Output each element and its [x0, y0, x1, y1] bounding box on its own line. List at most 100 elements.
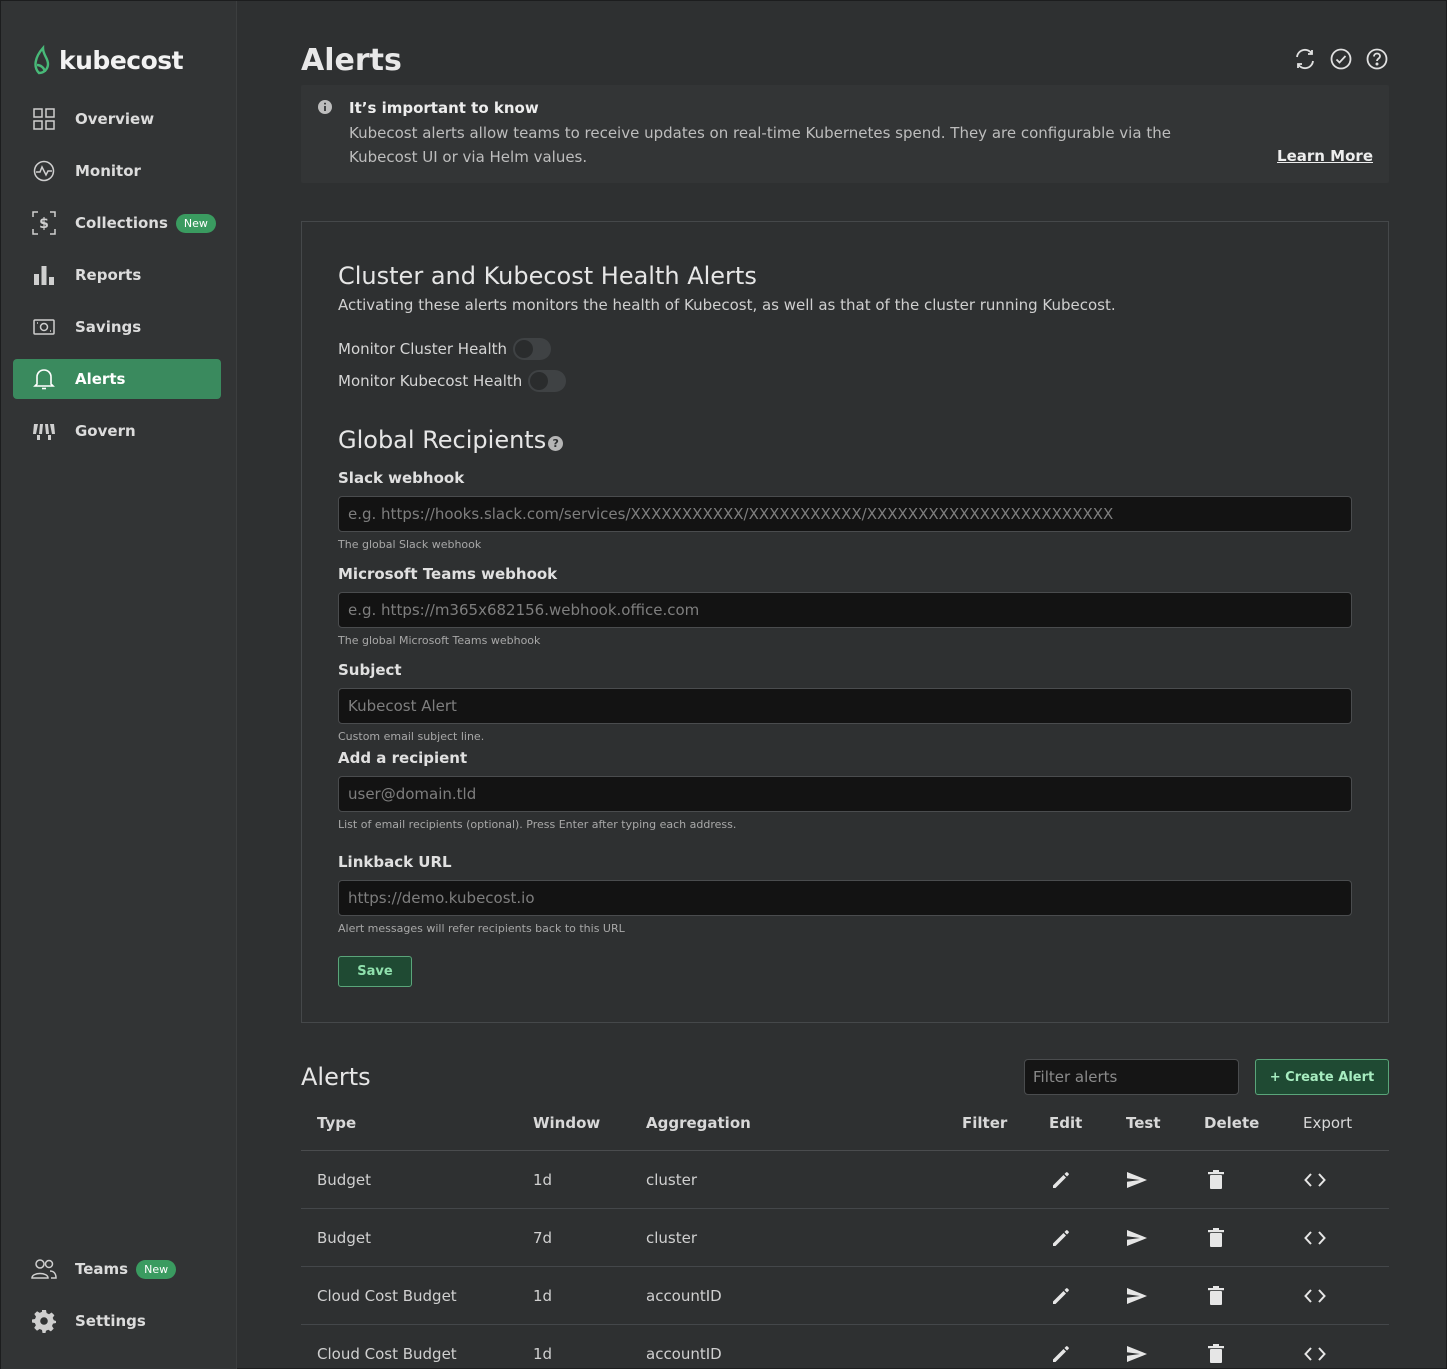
delete-icon[interactable]: [1204, 1342, 1228, 1366]
send-test-icon[interactable]: [1125, 1168, 1149, 1192]
delete-icon[interactable]: [1204, 1168, 1228, 1192]
alerts-section-title: Alerts: [301, 1063, 371, 1091]
column-header-delete: Delete: [1204, 1114, 1260, 1132]
sidebar-item-label: Collections: [75, 214, 168, 232]
subject-input[interactable]: [338, 688, 1352, 724]
teams-webhook-help: The global Microsoft Teams webhook: [338, 634, 541, 647]
sidebar-item-overview[interactable]: Overview: [13, 99, 221, 139]
help-circle-icon[interactable]: [1365, 47, 1389, 71]
health-alerts-description: Activating these alerts monitors the hea…: [338, 296, 1116, 314]
learn-more-link[interactable]: Learn More: [1277, 147, 1373, 165]
sidebar-item-label: Reports: [75, 266, 142, 284]
info-banner: It’s important to know Kubecost alerts a…: [301, 85, 1389, 183]
column-header-aggregation: Aggregation: [646, 1114, 751, 1132]
cell-type: Budget: [317, 1229, 371, 1247]
table-row: Budget 7d cluster: [301, 1209, 1389, 1267]
sidebar-item-reports[interactable]: Reports: [13, 255, 221, 295]
cell-window: 1d: [533, 1171, 553, 1189]
column-header-edit: Edit: [1049, 1114, 1083, 1132]
govern-icon: [31, 418, 57, 444]
svg-text:$: $: [39, 216, 49, 232]
monitor-kubecost-health-row: Monitor Kubecost Health: [338, 370, 567, 392]
delete-icon[interactable]: [1204, 1284, 1228, 1308]
page-title: Alerts: [301, 43, 402, 78]
logo-text: kubecost: [59, 45, 184, 75]
slack-webhook-input[interactable]: [338, 496, 1352, 532]
add-recipient-label: Add a recipient: [338, 749, 468, 767]
sidebar-item-teams[interactable]: Teams New: [13, 1249, 221, 1289]
header-actions: [1293, 47, 1389, 71]
edit-icon[interactable]: [1049, 1168, 1073, 1192]
check-circle-icon[interactable]: [1329, 47, 1353, 71]
teams-webhook-label: Microsoft Teams webhook: [338, 565, 558, 583]
help-icon[interactable]: ?: [548, 435, 564, 451]
column-header-export: Export: [1303, 1114, 1353, 1132]
kubecost-logo[interactable]: kubecost: [31, 45, 184, 75]
pulse-icon: [31, 158, 57, 184]
sidebar: kubecost Overview Monitor $ Collections …: [1, 1, 237, 1369]
sidebar-item-settings[interactable]: Settings: [13, 1301, 221, 1341]
monitor-kubecost-health-toggle[interactable]: [528, 370, 567, 392]
create-alert-button[interactable]: + Create Alert: [1255, 1059, 1389, 1095]
table-row: Budget 1d cluster: [301, 1151, 1389, 1209]
slack-webhook-help: The global Slack webhook: [338, 538, 482, 551]
people-icon: [31, 1256, 57, 1282]
table-header: Type Window Aggregation Filter Edit Test…: [301, 1095, 1389, 1151]
cell-type: Budget: [317, 1171, 371, 1189]
cell-aggregation: accountID: [646, 1345, 722, 1363]
sidebar-item-label: Savings: [75, 318, 142, 336]
linkback-url-label: Linkback URL: [338, 853, 452, 871]
kubecost-logo-icon: [34, 45, 50, 75]
monitor-kubecost-health-label: Monitor Kubecost Health: [338, 372, 523, 390]
cell-aggregation: cluster: [646, 1229, 698, 1247]
table-body: Budget 1d cluster Budget 7d cluster Cloud Cost…: [301, 1151, 1389, 1369]
edit-icon[interactable]: [1049, 1226, 1073, 1250]
bar-chart-icon: [31, 262, 57, 288]
sidebar-item-govern[interactable]: Govern: [13, 411, 221, 451]
table-row: Cloud Cost Budget 1d accountID: [301, 1325, 1389, 1369]
cell-type: Cloud Cost Budget: [317, 1345, 457, 1363]
column-header-filter: Filter: [962, 1114, 1008, 1132]
refresh-icon[interactable]: [1293, 47, 1317, 71]
new-badge: New: [136, 1259, 177, 1279]
sidebar-item-label: Monitor: [75, 162, 141, 180]
teams-webhook-input[interactable]: [338, 592, 1352, 628]
money-icon: [31, 314, 57, 340]
export-code-icon[interactable]: [1303, 1226, 1327, 1250]
subject-label: Subject: [338, 661, 402, 679]
grid-icon: [31, 106, 57, 132]
monitor-cluster-health-label: Monitor Cluster Health: [338, 340, 508, 358]
sidebar-item-label: Overview: [75, 110, 155, 128]
settings-card: Cluster and Kubecost Health Alerts Activ…: [301, 221, 1389, 1023]
dollar-frame-icon: $: [31, 210, 57, 236]
info-title: It’s important to know: [349, 99, 539, 117]
delete-icon[interactable]: [1204, 1226, 1228, 1250]
sidebar-nav: Overview Monitor $ Collections New Repor…: [13, 99, 221, 463]
send-test-icon[interactable]: [1125, 1342, 1149, 1366]
linkback-url-help: Alert messages will refer recipients bac…: [338, 922, 625, 935]
edit-icon[interactable]: [1049, 1342, 1073, 1366]
subject-help: Custom email subject line.: [338, 730, 485, 743]
global-recipients-title: Global Recipients ?: [338, 426, 564, 454]
new-badge: New: [175, 213, 216, 233]
table-row: Cloud Cost Budget 1d accountID: [301, 1267, 1389, 1325]
filter-alerts-input[interactable]: [1024, 1059, 1239, 1095]
export-code-icon[interactable]: [1303, 1342, 1327, 1366]
sidebar-item-savings[interactable]: Savings: [13, 307, 221, 347]
export-code-icon[interactable]: [1303, 1284, 1327, 1308]
sidebar-item-alerts[interactable]: Alerts: [13, 359, 221, 399]
save-button[interactable]: Save: [338, 956, 412, 987]
info-text: Kubecost alerts allow teams to receive u…: [349, 124, 1171, 166]
sidebar-item-label: Teams: [75, 1260, 129, 1278]
edit-icon[interactable]: [1049, 1284, 1073, 1308]
monitor-cluster-health-toggle[interactable]: [513, 338, 552, 360]
send-test-icon[interactable]: [1125, 1226, 1149, 1250]
send-test-icon[interactable]: [1125, 1284, 1149, 1308]
cell-type: Cloud Cost Budget: [317, 1287, 457, 1305]
linkback-url-input[interactable]: [338, 880, 1352, 916]
cell-window: 7d: [533, 1229, 553, 1247]
add-recipient-input[interactable]: [338, 776, 1352, 812]
sidebar-item-monitor[interactable]: Monitor: [13, 151, 221, 191]
sidebar-item-collections[interactable]: $ Collections New: [13, 203, 221, 243]
export-code-icon[interactable]: [1303, 1168, 1327, 1192]
